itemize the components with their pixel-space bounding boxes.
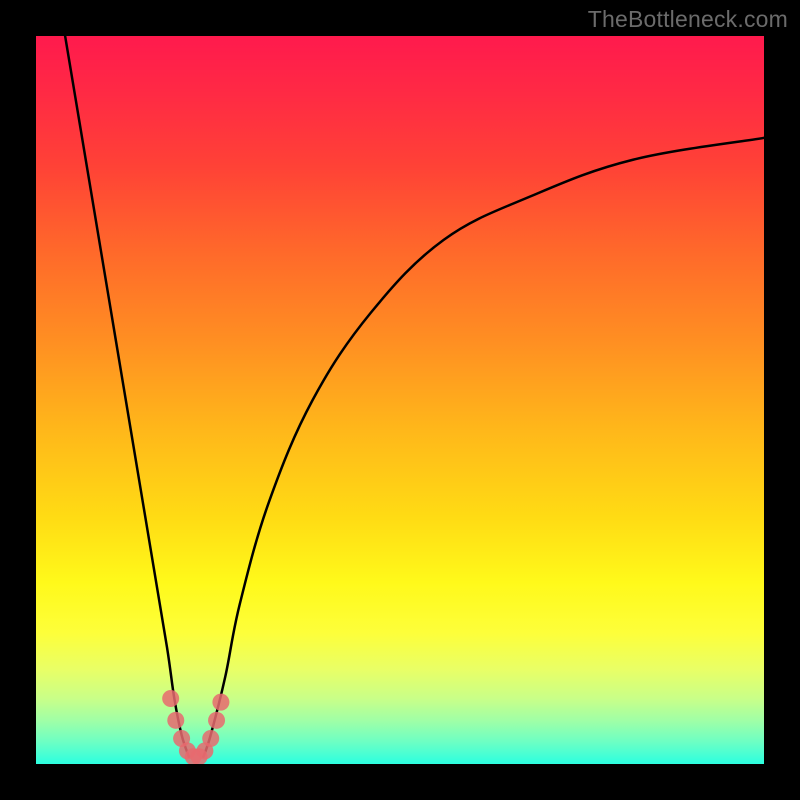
watermark-text: TheBottleneck.com: [588, 6, 788, 33]
curve-right-branch: [203, 138, 764, 757]
curve-layer: [36, 36, 764, 764]
marker-dot: [167, 712, 184, 729]
plot-area: [36, 36, 764, 764]
marker-dot: [162, 690, 179, 707]
chart-frame: TheBottleneck.com: [0, 0, 800, 800]
marker-dot: [212, 694, 229, 711]
bottleneck-curve: [65, 36, 764, 757]
curve-left-branch: [65, 36, 189, 757]
minimum-markers: [162, 690, 229, 764]
marker-dot: [202, 730, 219, 747]
marker-dot: [208, 712, 225, 729]
